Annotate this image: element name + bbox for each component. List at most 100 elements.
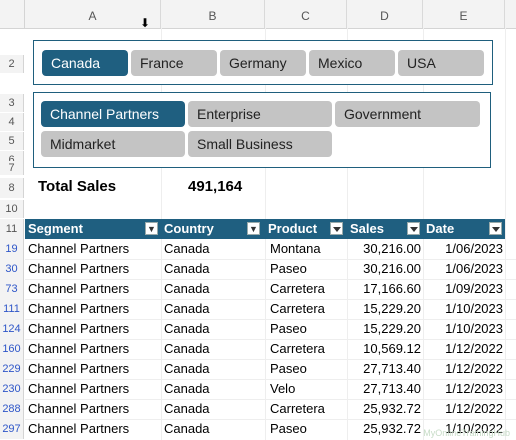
table-row[interactable]: Channel Partners Canada Montana 30,216.0… [25,239,505,259]
row-header[interactable]: 2 [0,55,24,73]
gridline [25,419,516,420]
cell-country[interactable]: Canada [164,279,210,299]
total-sales-value[interactable]: 491,164 [188,178,242,195]
slicer-item-france[interactable]: France [131,50,217,76]
slicer-item-midmarket[interactable]: Midmarket [41,131,185,157]
row-header[interactable]: 5 [0,132,24,150]
row-header[interactable]: 160 [0,339,24,359]
cell-sales[interactable]: 27,713.40 [347,379,421,399]
row-header[interactable]: 230 [0,379,24,399]
row-header[interactable]: 11 [0,219,24,239]
cell-country[interactable]: Canada [164,359,210,379]
cell-segment[interactable]: Channel Partners [28,279,129,299]
cell-date[interactable]: 1/12/2022 [423,359,503,379]
row-header[interactable]: 7 [0,161,24,175]
row-header[interactable]: 124 [0,319,24,339]
table-row[interactable]: Channel Partners Canada Velo 27,713.40 1… [25,379,505,399]
cell-product[interactable]: Velo [270,379,295,399]
cell-country[interactable]: Canada [164,399,210,419]
column-header-c[interactable]: C [265,0,347,28]
cell-segment[interactable]: Channel Partners [28,239,129,259]
cell-sales[interactable]: 10,569.12 [347,339,421,359]
row-header[interactable]: 288 [0,399,24,419]
cell-sales[interactable]: 17,166.60 [347,279,421,299]
row-header[interactable]: 30 [0,259,24,279]
row-header[interactable]: 3 [0,94,24,112]
cell-date[interactable]: 1/12/2022 [423,339,503,359]
column-header-e[interactable]: E [423,0,505,28]
select-all-corner[interactable] [0,0,25,28]
cell-product[interactable]: Carretera [270,399,325,419]
cell-segment[interactable]: Channel Partners [28,299,129,319]
table-row[interactable]: Channel Partners Canada Carretera 15,229… [25,299,505,319]
slicer-item-canada[interactable]: Canada [42,50,128,76]
cell-product[interactable]: Carretera [270,279,325,299]
table-row[interactable]: Channel Partners Canada Carretera 10,569… [25,339,505,359]
slicer-item-germany[interactable]: Germany [220,50,306,76]
cell-segment[interactable]: Channel Partners [28,419,129,439]
slicer-item-mexico[interactable]: Mexico [309,50,395,76]
cell-date[interactable]: 1/10/2023 [423,299,503,319]
cell-country[interactable]: Canada [164,379,210,399]
cell-segment[interactable]: Channel Partners [28,319,129,339]
cell-sales[interactable]: 25,932.72 [347,419,421,439]
column-header-d[interactable]: D [347,0,423,28]
cell-product[interactable]: Montana [270,239,321,259]
cell-sales[interactable]: 15,229.20 [347,319,421,339]
row-header[interactable]: 8 [0,178,24,198]
filter-dropdown-icon[interactable] [330,222,343,235]
row-header[interactable]: 19 [0,239,24,259]
row-header[interactable]: 111 [0,299,24,319]
cell-product[interactable]: Paseo [270,319,307,339]
filter-applied-icon[interactable]: ▼ [247,222,260,235]
cell-country[interactable]: Canada [164,299,210,319]
row-header[interactable]: 4 [0,113,24,131]
cell-segment[interactable]: Channel Partners [28,339,129,359]
cell-date[interactable]: 1/06/2023 [423,259,503,279]
slicer-item-government[interactable]: Government [335,101,480,127]
row-header[interactable]: 73 [0,279,24,299]
slicer-item-small-business[interactable]: Small Business [188,131,332,157]
cell-sales[interactable]: 15,229.20 [347,299,421,319]
cell-date[interactable]: 1/12/2022 [423,399,503,419]
cell-country[interactable]: Canada [164,259,210,279]
cell-sales[interactable]: 30,216.00 [347,259,421,279]
cell-sales[interactable]: 25,932.72 [347,399,421,419]
cell-country[interactable]: Canada [164,239,210,259]
slicer-item-channel-partners[interactable]: Channel Partners [41,101,185,127]
table-row[interactable]: Channel Partners Canada Carretera 17,166… [25,279,505,299]
cell-product[interactable]: Paseo [270,359,307,379]
filter-applied-icon[interactable]: ▼ [145,222,158,235]
cell-country[interactable]: Canada [164,339,210,359]
cell-sales[interactable]: 27,713.40 [347,359,421,379]
column-header-b[interactable]: B [161,0,265,28]
table-row[interactable]: Channel Partners Canada Paseo 27,713.40 … [25,359,505,379]
table-row[interactable]: Channel Partners Canada Paseo 15,229.20 … [25,319,505,339]
cell-segment[interactable]: Channel Partners [28,399,129,419]
cell-product[interactable]: Paseo [270,259,307,279]
filter-dropdown-icon[interactable] [407,222,420,235]
cell-date[interactable]: 1/09/2023 [423,279,503,299]
table-row[interactable]: Channel Partners Canada Paseo 30,216.00 … [25,259,505,279]
filter-dropdown-icon[interactable] [489,222,502,235]
cell-country[interactable]: Canada [164,419,210,439]
gridline [25,319,516,320]
table-row[interactable]: Channel Partners Canada Carretera 25,932… [25,399,505,419]
cell-sales[interactable]: 30,216.00 [347,239,421,259]
cell-product[interactable]: Carretera [270,299,325,319]
cell-segment[interactable]: Channel Partners [28,379,129,399]
cell-date[interactable]: 1/10/2023 [423,319,503,339]
slicer-item-enterprise[interactable]: Enterprise [188,101,332,127]
gridline [25,359,516,360]
cell-date[interactable]: 1/12/2023 [423,379,503,399]
cell-product[interactable]: Paseo [270,419,307,439]
cell-segment[interactable]: Channel Partners [28,259,129,279]
cell-segment[interactable]: Channel Partners [28,359,129,379]
cell-country[interactable]: Canada [164,319,210,339]
cell-product[interactable]: Carretera [270,339,325,359]
slicer-item-usa[interactable]: USA [398,50,484,76]
row-header[interactable]: 10 [0,200,24,218]
cell-date[interactable]: 1/06/2023 [423,239,503,259]
row-header[interactable]: 297 [0,419,24,439]
row-header[interactable]: 229 [0,359,24,379]
